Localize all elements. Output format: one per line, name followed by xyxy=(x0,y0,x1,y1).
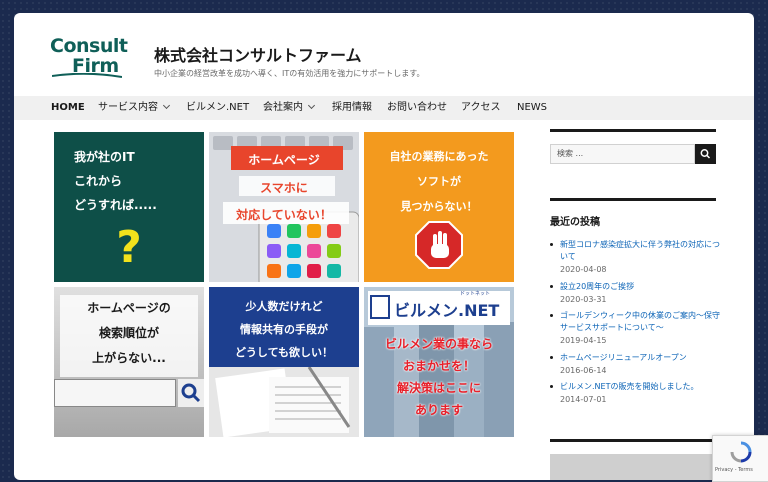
nav-label: 会社案内 xyxy=(263,102,303,113)
tile-info-sharing[interactable]: 少人数だけれど 情報共有の手段が どうしても欲しい！ xyxy=(209,287,359,437)
nav-item-recruit[interactable]: 採用情報 xyxy=(332,96,372,120)
nav-label: 採用情報 xyxy=(332,102,372,113)
post-link[interactable]: ビルメン.NETの販売を開始しました。 xyxy=(560,381,720,393)
tile-text: 解決策はここに xyxy=(396,381,481,395)
search-bar-illustration xyxy=(54,379,176,407)
tile-text: あります xyxy=(414,403,463,417)
post-date: 2014-07-01 xyxy=(560,395,607,404)
bullet-icon xyxy=(550,356,553,359)
tile-text: ホームページ xyxy=(248,153,320,167)
post-link[interactable]: 設立20周年のご挨拶 xyxy=(560,281,720,293)
tile-text: 検索順位が xyxy=(98,326,159,340)
nav-label: NEWS xyxy=(517,102,548,113)
tile-text: 情報共有の手段が xyxy=(240,323,328,336)
bullet-icon xyxy=(550,285,553,288)
bullet-icon xyxy=(550,385,553,388)
sidebar-divider xyxy=(550,198,716,201)
sidebar-divider xyxy=(550,439,716,442)
search-button[interactable] xyxy=(695,144,716,164)
tile-text: 自社の業務にあった xyxy=(389,150,489,163)
bullet-icon xyxy=(550,314,553,317)
tile-search-ranking[interactable]: ホームページの 検索順位が 上がらない... xyxy=(54,287,204,437)
nav-item-news[interactable]: NEWS xyxy=(517,96,547,120)
tile-text: 上がらない... xyxy=(92,351,166,365)
recaptcha-links[interactable]: Privacy - Terms xyxy=(715,467,753,473)
nav-label: アクセス xyxy=(461,102,501,113)
site-logo[interactable]: Consult Firm xyxy=(50,33,130,81)
search-input[interactable]: 検索 ... xyxy=(550,144,695,164)
tile-software[interactable]: 自社の業務にあった ソフトが 見つからない！ xyxy=(364,132,514,282)
tile-text: 少人数だけれど xyxy=(245,300,323,313)
tile-text: スマホに xyxy=(260,181,308,195)
chevron-down-icon xyxy=(162,101,171,110)
site-title[interactable]: 株式会社コンサルトファーム xyxy=(154,42,362,66)
magnifier-icon xyxy=(178,379,204,407)
tile-text: ホームページの xyxy=(87,301,171,315)
tile-text: 見つからない！ xyxy=(400,200,478,213)
post-link[interactable]: ゴールデンウィーク中の休業のご案内～保守サービスサポートについて～ xyxy=(560,310,720,334)
post-date: 2020-04-08 xyxy=(560,265,607,274)
chevron-down-icon xyxy=(307,101,316,110)
main-navigation: HOME サービス内容 ビルメン.NET 会社案内 採用情報 お問い合わせ アク… xyxy=(14,96,754,120)
sidebar-banner[interactable] xyxy=(550,454,716,480)
post-link[interactable]: 新型コロナ感染症拡大に伴う弊社の対応について xyxy=(560,239,720,263)
tile-birumen-net[interactable]: ビルメン.NET ドットネット ビルメン業の事なら おまかせを！ 解決策はここに… xyxy=(364,287,514,437)
bullet-icon xyxy=(550,243,553,246)
site-description: 中小企業の経営改革を成功へ導く、ITの有効活用を強力にサポートします。 xyxy=(154,69,425,78)
nav-label: ビルメン.NET xyxy=(186,102,250,113)
post-date: 2019-04-15 xyxy=(560,336,607,345)
nav-item-company[interactable]: 会社案内 xyxy=(263,96,316,120)
nav-label: お問い合わせ xyxy=(387,102,447,113)
question-mark-icon: ? xyxy=(116,222,142,273)
tile-text: おまかせを！ xyxy=(402,359,475,373)
post-date: 2016-06-14 xyxy=(560,366,607,375)
tile-text: 対応していない！ xyxy=(236,208,332,222)
search-icon xyxy=(700,149,711,159)
logo-text-consult: Consult xyxy=(50,35,128,57)
stop-hand-icon xyxy=(415,221,463,269)
nav-item-contact[interactable]: お問い合わせ xyxy=(387,96,447,120)
nav-label: HOME xyxy=(51,102,85,113)
birumen-net-ruby: ドットネット xyxy=(460,291,491,297)
tile-text: どうすれば..... xyxy=(74,198,157,212)
post-link[interactable]: ホームページリニューアルオープン xyxy=(560,352,720,364)
tile-it-future[interactable]: 我が社のIT これから どうすれば..... ? xyxy=(54,132,204,282)
site-page: Consult Firm 株式会社コンサルトファーム 中小企業の経営改革を成功へ… xyxy=(14,13,754,480)
nav-label: サービス内容 xyxy=(98,102,158,113)
nav-item-services[interactable]: サービス内容 xyxy=(98,96,171,120)
documents-illustration xyxy=(209,367,359,437)
tile-text: どうしても欲しい！ xyxy=(234,346,334,359)
nav-item-home[interactable]: HOME xyxy=(51,96,85,120)
tile-text: 我が社のIT xyxy=(74,150,135,164)
nav-item-access[interactable]: アクセス xyxy=(461,96,501,120)
recaptcha-icon xyxy=(730,441,752,463)
tile-text: ビルメン業の事なら xyxy=(384,337,493,351)
tile-text: ソフトが xyxy=(417,175,461,188)
logo-swoosh-icon xyxy=(52,73,122,78)
recaptcha-badge[interactable]: Privacy - Terms xyxy=(712,435,768,482)
post-date: 2020-03-31 xyxy=(560,295,607,304)
tile-text: これから xyxy=(74,174,123,188)
tile-smartphone[interactable]: ホームページ スマホに 対応していない！ xyxy=(209,132,359,282)
recent-posts-title: 最近の投稿 xyxy=(550,217,600,228)
birumen-net-logo-text: ビルメン.NET xyxy=(394,301,500,320)
building-logo-icon xyxy=(370,295,390,319)
nav-item-birumen-net[interactable]: ビルメン.NET xyxy=(186,96,249,120)
sidebar-divider xyxy=(550,129,716,132)
